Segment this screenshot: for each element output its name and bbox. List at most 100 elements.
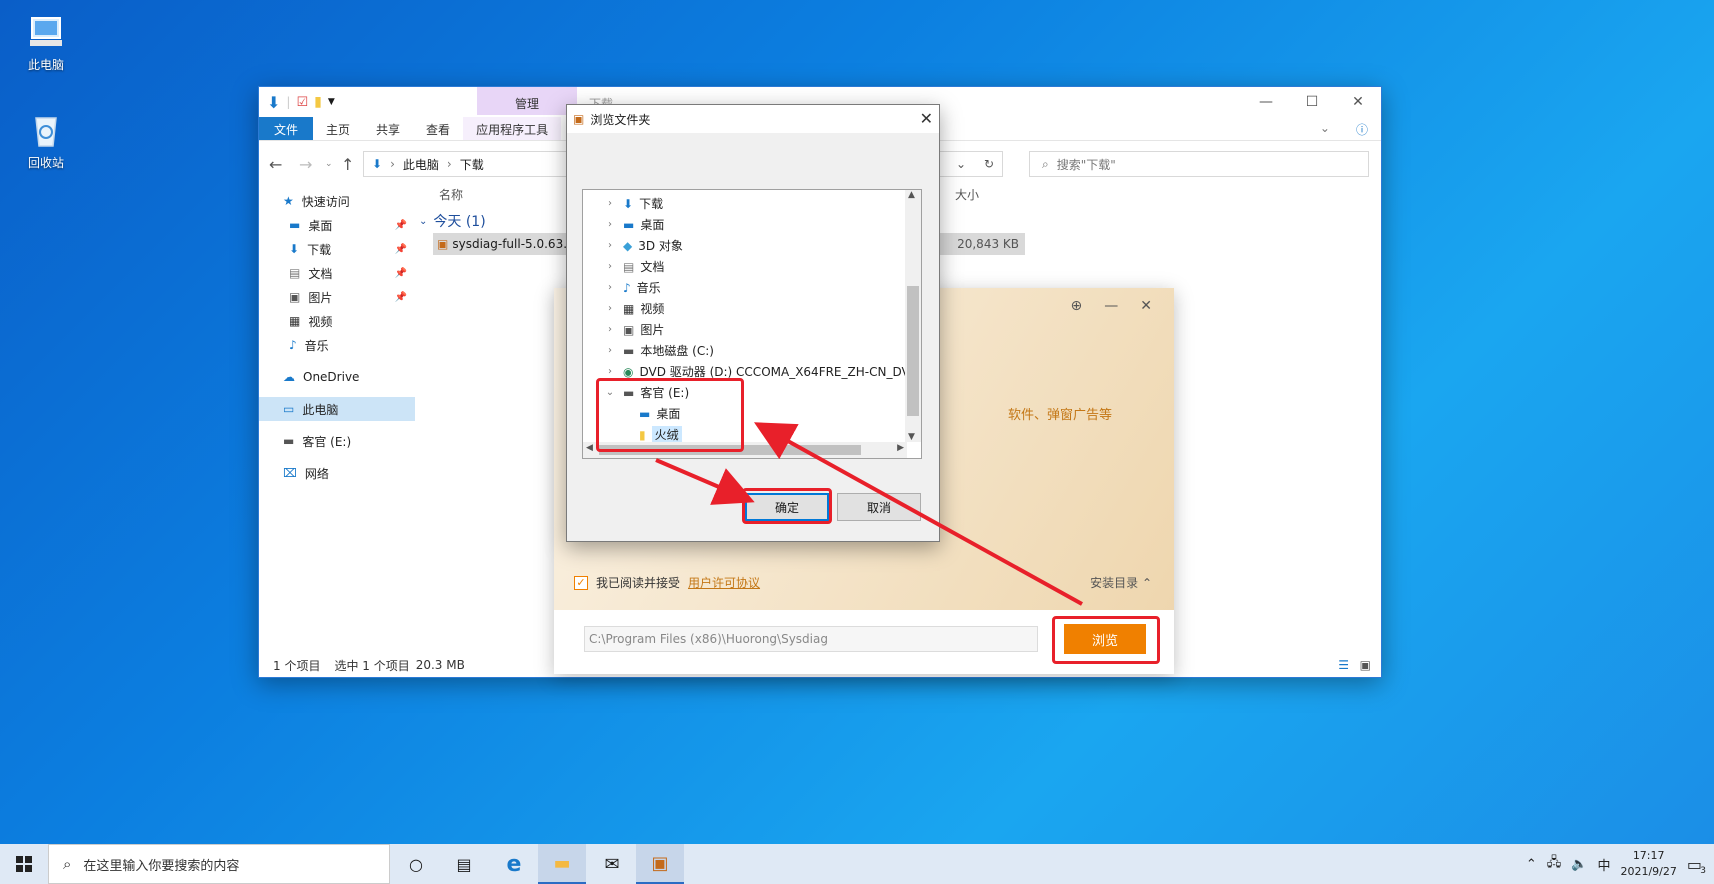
recent-dropdown-icon[interactable]: ⌄ bbox=[325, 159, 333, 169]
file-size: 20,843 KB bbox=[957, 237, 1019, 251]
tree-item[interactable]: › ▬ 本地磁盘 (C:) bbox=[583, 340, 921, 361]
volume-icon[interactable]: 🔈 bbox=[1571, 857, 1587, 872]
license-link[interactable]: 用户许可协议 bbox=[688, 574, 760, 591]
chevron-right-icon[interactable]: › bbox=[603, 261, 617, 272]
chevron-right-icon[interactable]: › bbox=[603, 345, 617, 356]
close-icon[interactable]: ✕ bbox=[1335, 87, 1381, 117]
scroll-thumb[interactable] bbox=[907, 286, 919, 416]
breadcrumb-downloads[interactable]: 下载 bbox=[460, 156, 484, 173]
minimize-icon[interactable]: — bbox=[1104, 298, 1118, 314]
sidebar-item-videos[interactable]: ▦ 视频 bbox=[259, 309, 415, 333]
chevron-up-icon[interactable]: ⌃ bbox=[1526, 857, 1537, 872]
tab-home[interactable]: 主页 bbox=[313, 117, 363, 140]
network-icon[interactable]: 🖧 bbox=[1547, 853, 1562, 875]
downloads-icon: ⬇ bbox=[289, 242, 300, 256]
properties-icon[interactable]: ☑ bbox=[296, 95, 308, 110]
mail-icon[interactable]: ✉ bbox=[588, 844, 636, 884]
vertical-scrollbar[interactable]: ▲ ▼ bbox=[905, 190, 921, 442]
cortana-icon[interactable]: ○ bbox=[392, 844, 440, 884]
scroll-up-icon[interactable]: ▲ bbox=[908, 190, 915, 200]
chevron-right-icon[interactable]: › bbox=[603, 366, 617, 377]
details-view-icon[interactable]: ☰ bbox=[1338, 658, 1349, 672]
new-folder-icon[interactable]: ▮ bbox=[314, 94, 322, 110]
breadcrumb-this-pc[interactable]: 此电脑 bbox=[403, 156, 439, 173]
globe-icon[interactable]: ⊕ bbox=[1071, 298, 1083, 314]
sidebar-item-onedrive[interactable]: ☁ OneDrive bbox=[259, 365, 415, 389]
sidebar-item-music[interactable]: ♪ 音乐 bbox=[259, 333, 415, 357]
task-view-icon[interactable]: ▤ bbox=[440, 844, 488, 884]
huorong-installer-icon[interactable]: ▣ bbox=[636, 844, 684, 884]
column-header-size[interactable]: 大小 bbox=[955, 181, 979, 207]
sidebar-item-documents[interactable]: ▤ 文档 📌 bbox=[259, 261, 415, 285]
refresh-icon[interactable]: ↻ bbox=[984, 157, 994, 171]
up-icon[interactable]: ↑ bbox=[341, 155, 354, 174]
desktop-icon-this-pc[interactable]: 此电脑 bbox=[8, 12, 84, 73]
sidebar-item-label: 视频 bbox=[308, 314, 333, 329]
close-icon[interactable]: ✕ bbox=[920, 109, 933, 128]
tree-item[interactable]: › ▦ 视频 bbox=[583, 298, 921, 319]
chevron-right-icon[interactable]: › bbox=[603, 219, 617, 230]
tab-file[interactable]: 文件 bbox=[259, 117, 314, 140]
minimize-icon[interactable]: — bbox=[1243, 87, 1289, 117]
chevron-right-icon[interactable]: › bbox=[603, 198, 617, 209]
pin-icon: 📌 bbox=[394, 219, 407, 231]
tab-share[interactable]: 共享 bbox=[363, 117, 413, 140]
forward-icon[interactable]: → bbox=[299, 155, 312, 174]
close-icon[interactable]: ✕ bbox=[1140, 298, 1152, 314]
sidebar-item-this-pc[interactable]: ▭ 此电脑 bbox=[259, 397, 415, 421]
tab-view[interactable]: 查看 bbox=[413, 117, 463, 140]
cancel-button[interactable]: 取消 bbox=[837, 493, 921, 521]
sidebar-item-drive-e[interactable]: ▬ 客官 (E:) bbox=[259, 429, 415, 453]
tree-item-label: 3D 对象 bbox=[638, 239, 683, 253]
desktop-icon-recycle-bin[interactable]: 回收站 bbox=[8, 110, 84, 171]
sidebar-item-quick-access[interactable]: ★ 快速访问 bbox=[259, 189, 415, 213]
chevron-right-icon[interactable]: › bbox=[603, 282, 617, 293]
status-item-count: 1 个项目 bbox=[273, 658, 321, 673]
tree-item[interactable]: › ▣ 图片 bbox=[583, 319, 921, 340]
installer-controls: ⊕ — ✕ bbox=[1071, 298, 1152, 314]
tree-item-label: 桌面 bbox=[640, 218, 665, 232]
tree-item[interactable]: › ⬇ 下载 bbox=[583, 193, 921, 214]
clock[interactable]: 17:17 2021/9/27 bbox=[1620, 848, 1676, 880]
back-icon[interactable]: ← bbox=[269, 155, 282, 174]
tab-app-tools[interactable]: 应用程序工具 bbox=[463, 117, 562, 140]
tree-item[interactable]: › ♪ 音乐 bbox=[583, 277, 921, 298]
scroll-left-icon[interactable]: ◀ bbox=[586, 443, 593, 453]
start-button[interactable] bbox=[0, 844, 48, 884]
dialog-title: 浏览文件夹 bbox=[590, 112, 651, 127]
chevron-right-icon[interactable]: › bbox=[603, 240, 617, 251]
notification-icon[interactable]: ▭ 3 bbox=[1687, 855, 1706, 876]
sidebar-item-desktop[interactable]: ▬ 桌面 📌 bbox=[259, 213, 415, 237]
file-explorer-icon[interactable]: ▬ bbox=[538, 844, 586, 884]
chevron-right-icon[interactable]: › bbox=[603, 324, 617, 335]
address-dropdown-icon[interactable]: ⌄ bbox=[956, 157, 966, 171]
install-dir-toggle[interactable]: 安装目录 ⌃ bbox=[1090, 574, 1152, 591]
scroll-down-icon[interactable]: ▼ bbox=[908, 432, 915, 442]
tab-manage[interactable]: 管理 bbox=[477, 87, 577, 115]
ime-indicator[interactable]: 中 bbox=[1597, 855, 1610, 874]
search-input[interactable]: ⌕ 搜索"下载" bbox=[1029, 151, 1369, 177]
agree-checkbox[interactable]: ✓ bbox=[574, 575, 588, 590]
music-icon: ♪ bbox=[289, 338, 297, 352]
taskbar-search-input[interactable]: ⌕ 在这里输入你要搜索的内容 bbox=[48, 844, 390, 884]
chevron-down-icon[interactable]: ⌄ bbox=[1307, 117, 1343, 140]
tree-item[interactable]: › ◆ 3D 对象 bbox=[583, 235, 921, 256]
down-arrow-icon[interactable]: ⬇ bbox=[267, 93, 280, 112]
tiles-view-icon[interactable]: ▣ bbox=[1360, 658, 1371, 672]
pin-icon: 📌 bbox=[394, 267, 407, 279]
help-icon[interactable]: ⓘ bbox=[1343, 117, 1381, 140]
maximize-icon[interactable]: ☐ bbox=[1289, 87, 1335, 117]
sidebar-item-network[interactable]: ⌧ 网络 bbox=[259, 461, 415, 485]
tree-item[interactable]: › ▬ 桌面 bbox=[583, 214, 921, 235]
customize-dropdown-icon[interactable]: ▼ bbox=[328, 97, 335, 107]
edge-icon[interactable]: e bbox=[490, 844, 538, 884]
sidebar-item-downloads[interactable]: ⬇ 下载 📌 bbox=[259, 237, 415, 261]
sidebar-item-pictures[interactable]: ▣ 图片 📌 bbox=[259, 285, 415, 309]
group-header[interactable]: ⌄ 今天 (1) bbox=[419, 211, 486, 231]
scroll-right-icon[interactable]: ▶ bbox=[897, 443, 904, 453]
install-path-field[interactable]: C:\Program Files (x86)\Huorong\Sysdiag bbox=[584, 626, 1038, 652]
chevron-right-icon[interactable]: › bbox=[603, 303, 617, 314]
computer-icon bbox=[26, 12, 66, 52]
column-header-name[interactable]: 名称 bbox=[439, 181, 463, 207]
tree-item[interactable]: › ▤ 文档 bbox=[583, 256, 921, 277]
